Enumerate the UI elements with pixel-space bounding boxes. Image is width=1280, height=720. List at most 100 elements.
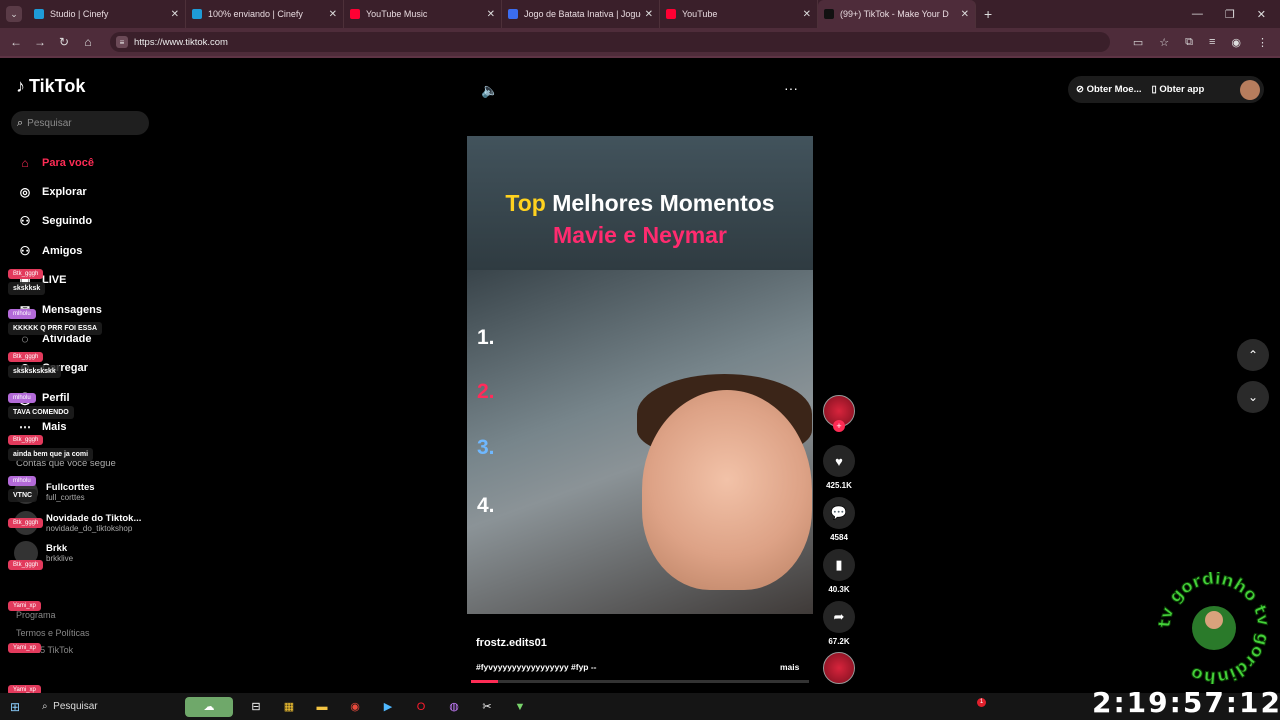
taskbar-search[interactable]: ⌕ Pesquisar (42, 701, 172, 712)
account-handle: brkklive (46, 554, 74, 563)
chat-text: skskskskskk (8, 365, 61, 378)
app-icon[interactable]: ▶ (378, 697, 398, 717)
capcut-icon[interactable]: ✂ (477, 697, 497, 717)
get-app-label: Obter app (1159, 84, 1205, 95)
weather-widget-icon[interactable]: ☁ (185, 696, 233, 717)
sidebar-item-label: LIVE (42, 274, 67, 287)
close-tab-icon[interactable]: ✕ (329, 9, 337, 20)
author-avatar[interactable]: + (822, 395, 856, 432)
sidebar-item-para-voc-[interactable]: ⌂ Para você (16, 148, 102, 177)
chat-username: Yami_xp (8, 643, 41, 653)
chat-username: mlholu (8, 309, 36, 319)
extensions-icon[interactable]: ⧉ (1185, 36, 1193, 49)
comment-action[interactable]: 💬 4584 (822, 497, 856, 542)
opera-icon[interactable]: O (411, 697, 431, 717)
bookmark-star-icon[interactable]: ☆ (1159, 36, 1169, 49)
header-right-actions: ⊘ Obter Moe... ▯ Obter app (1068, 76, 1264, 103)
browser-tab-strip: ⌄ Studio | Cinefy ✕ 100% enviando | Cine… (0, 0, 1280, 28)
video-title-highlight: Top (505, 190, 546, 216)
share-count: 67.2K (828, 637, 850, 646)
windows-taskbar: ⊞ ⌕ Pesquisar ☁ ⊟ ▦ ▬ ◉ ▶ O ◍ ✂ ▼ (0, 693, 1280, 720)
messenger-icon[interactable]: ◍ (444, 697, 464, 717)
chat-message: Btk_gggh (8, 511, 44, 529)
browser-menu-icon[interactable]: ⋮ (1257, 36, 1268, 49)
share-icon[interactable]: ➦ (823, 601, 855, 633)
browser-tab[interactable]: (99+) TikTok - Make Your D ✕ (818, 0, 976, 28)
rank-number-4: 4. (477, 494, 495, 517)
browser-tab[interactable]: YouTube ✕ (660, 0, 818, 28)
coins-button[interactable]: ⊘ Obter Moe... (1076, 84, 1142, 95)
tiktok-logo[interactable]: ♪ TikTok (16, 76, 85, 97)
search-input[interactable]: ⌕ Pesquisar (11, 111, 149, 135)
site-info-icon[interactable]: ≡ (116, 36, 128, 48)
music-disc-icon[interactable] (823, 652, 855, 684)
volume-icon[interactable]: 🔈 (481, 82, 498, 99)
child-face (642, 390, 812, 590)
close-tab-icon[interactable]: ✕ (487, 9, 495, 20)
reload-icon[interactable]: ↻ (52, 35, 76, 49)
start-button-icon[interactable]: ⊞ (0, 700, 30, 714)
comment-icon[interactable]: 💬 (823, 497, 855, 529)
minimize-button[interactable]: — (1192, 8, 1203, 21)
close-tab-icon[interactable]: ✕ (171, 9, 179, 20)
video-author[interactable]: frostz.edits01 (476, 637, 547, 649)
url-field[interactable]: ≡ https://www.tiktok.com (110, 32, 1110, 52)
close-tab-icon[interactable]: ✕ (645, 9, 653, 20)
next-video-button[interactable]: ⌄ (1237, 381, 1269, 413)
home-icon: ⌂ (21, 155, 29, 170)
chat-message: Btk_gggh (8, 553, 44, 571)
tab-favicon-icon (666, 9, 676, 19)
share-action[interactable]: ➦ 67.2K (822, 601, 856, 646)
sidebar-item-explorar[interactable]: ◎ Explorar (16, 177, 102, 206)
sidebar-item-label: Para você (42, 156, 94, 169)
store-icon[interactable]: ▦ (279, 697, 299, 717)
browser-tab[interactable]: YouTube Music ✕ (344, 0, 502, 28)
sidebar-item-seguindo[interactable]: ⚇ Seguindo (16, 207, 102, 236)
tab-title: Jogo de Batata Inativa | Jogue (524, 9, 641, 19)
new-tab-button[interactable]: + (984, 6, 992, 22)
browser-tab[interactable]: Jogo de Batata Inativa | Jogue ✕ (502, 0, 660, 28)
tab-search-button[interactable]: ⌄ (6, 6, 22, 22)
sidebar-item-label: Seguindo (42, 215, 93, 228)
like-action[interactable]: ♥ 425.1K (822, 445, 856, 490)
home-button-icon[interactable]: ⌂ (76, 35, 100, 49)
forward-icon[interactable]: → (28, 35, 52, 49)
logo-text: TikTok (29, 76, 86, 96)
friends-icon: ⚇ (19, 243, 31, 258)
follow-plus-icon[interactable]: + (833, 420, 845, 432)
vegas-icon[interactable]: ▼ (510, 697, 530, 717)
user-avatar[interactable] (1240, 79, 1260, 100)
back-icon[interactable]: ← (4, 35, 28, 49)
channel-watermark: tv gordinho tv gordinho (1154, 568, 1273, 688)
url-text: https://www.tiktok.com (134, 36, 228, 48)
maximize-button[interactable]: ❐ (1225, 8, 1235, 21)
media-control-icon[interactable]: ≡ (1209, 36, 1215, 49)
compass-icon: ◎ (19, 185, 31, 200)
bookmark-icon[interactable]: ▮ (823, 549, 855, 581)
divider (0, 56, 1280, 58)
close-tab-icon[interactable]: ✕ (961, 9, 969, 20)
more-caption-button[interactable]: mais (780, 662, 799, 672)
heart-icon[interactable]: ♥ (823, 445, 855, 477)
browser-tab[interactable]: Studio | Cinefy ✕ (28, 0, 186, 28)
chat-username: Btk_gggh (8, 518, 44, 528)
get-app-button[interactable]: ▯ Obter app (1152, 84, 1205, 95)
more-options-icon[interactable]: ··· (784, 80, 798, 96)
tab-favicon-icon (34, 9, 44, 19)
chrome-icon[interactable]: ◉ (345, 697, 365, 717)
video-caption[interactable]: #fyvyyyyyyyyyyyyyyyy #fyp -- (476, 662, 597, 672)
previous-video-button[interactable]: ⌃ (1237, 339, 1269, 371)
save-action[interactable]: ▮ 40.3K (822, 549, 856, 594)
music-disc[interactable] (822, 652, 856, 684)
chat-username: Yami_xp (8, 601, 41, 611)
video-progress-bar[interactable] (471, 680, 809, 683)
cast-icon[interactable]: ▭ (1133, 36, 1143, 49)
close-tab-icon[interactable]: ✕ (803, 9, 811, 20)
browser-tab[interactable]: 100% enviando | Cinefy ✕ (186, 0, 344, 28)
task-view-icon[interactable]: ⊟ (246, 697, 266, 717)
video-player[interactable]: Top Melhores Momentos Mavie e Neymar 1. … (467, 136, 813, 614)
profile-icon[interactable]: ◉ (1231, 36, 1241, 49)
file-explorer-icon[interactable]: ▬ (312, 697, 332, 717)
close-window-button[interactable]: ✕ (1257, 8, 1266, 21)
chat-message: Btk_gggh skskksk (8, 262, 46, 295)
